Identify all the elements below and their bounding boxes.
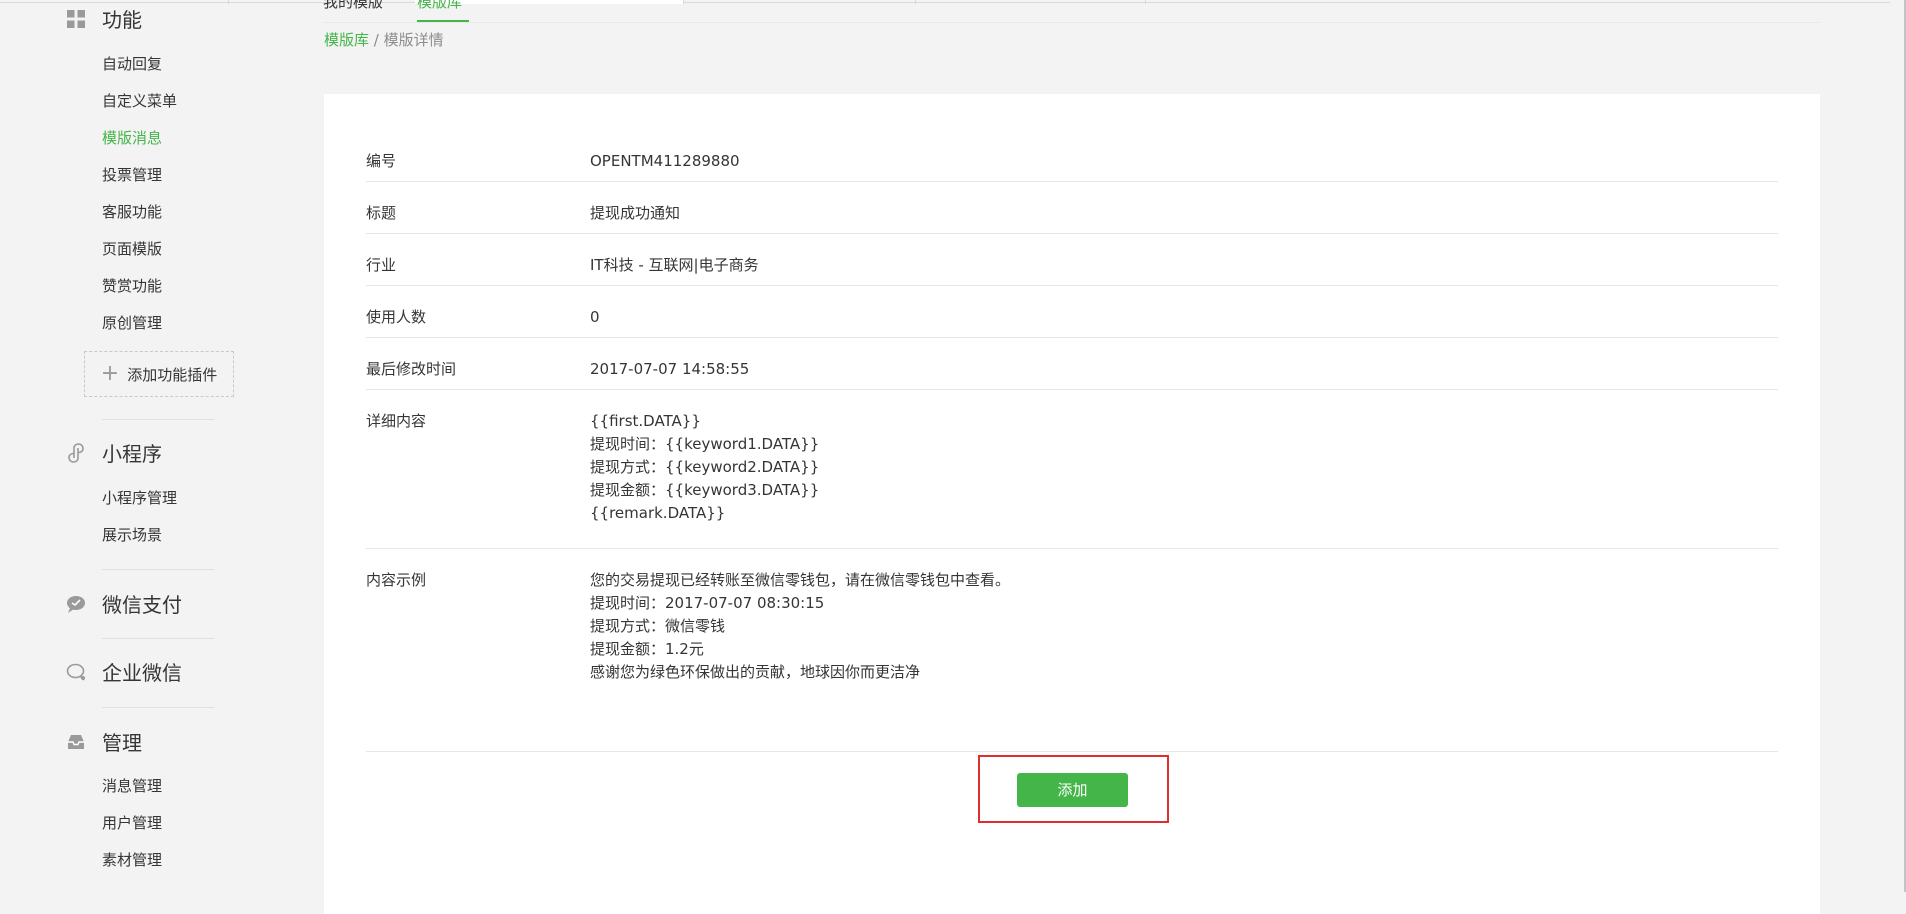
- sidebar-item-original-management[interactable]: 原创管理: [102, 313, 162, 333]
- template-tabs: 我的模版 模版库: [323, 0, 1819, 23]
- breadcrumb-current: 模版详情: [383, 31, 444, 49]
- detail-value-line: 提现时间：2017-07-07 08:30:15: [590, 594, 825, 612]
- nav-section-wechat-pay[interactable]: 微信支付: [102, 593, 182, 617]
- sidebar-item-auto-reply[interactable]: 自动回复: [102, 54, 162, 74]
- sidebar-item-material-management[interactable]: 素材管理: [102, 850, 162, 870]
- template-detail-table: 编号 OPENTM411289880 标题 提现成功通知 行业 IT科技 - 互…: [366, 130, 1778, 724]
- nav-divider: [102, 419, 214, 420]
- detail-value: {{first.DATA}} 提现时间：{{keyword1.DATA}} 提现…: [590, 410, 819, 525]
- chat-bubble-icon: [65, 593, 87, 615]
- detail-value: 0: [590, 306, 600, 329]
- sidebar-item-reward[interactable]: 赞赏功能: [102, 276, 162, 296]
- sidebar-item-vote-management[interactable]: 投票管理: [102, 165, 162, 185]
- detail-row-last-modified: 最后修改时间 2017-07-07 14:58:55: [366, 338, 1778, 390]
- nav-section-features: 功能: [102, 8, 142, 32]
- detail-row-user-count: 使用人数 0: [366, 286, 1778, 338]
- detail-value-line: 提现时间：{{keyword1.DATA}}: [590, 435, 820, 453]
- detail-row-content: 详细内容 {{first.DATA}} 提现时间：{{keyword1.DATA…: [366, 390, 1778, 549]
- plus-icon: +: [100, 361, 120, 386]
- detail-value-line: {{first.DATA}}: [590, 412, 701, 430]
- detail-value-line: IT科技 - 互联网|电子商务: [590, 256, 759, 274]
- sidebar-item-custom-menu[interactable]: 自定义菜单: [102, 91, 177, 111]
- detail-value-line: 提现金额：{{keyword3.DATA}}: [590, 481, 820, 499]
- nav-divider: [102, 707, 214, 708]
- detail-label: 使用人数: [366, 308, 427, 326]
- breadcrumb-separator: /: [373, 31, 379, 49]
- detail-label: 最后修改时间: [366, 360, 457, 378]
- sidebar-item-mini-program-management[interactable]: 小程序管理: [102, 488, 177, 508]
- detail-label: 详细内容: [366, 412, 427, 430]
- sidebar-item-user-management[interactable]: 用户管理: [102, 813, 162, 833]
- detail-value: IT科技 - 互联网|电子商务: [590, 254, 759, 277]
- detail-label: 编号: [366, 152, 397, 170]
- detail-value: 您的交易提现已经转账至微信零钱包，请在微信零钱包中查看。 提现时间：2017-0…: [590, 569, 1010, 684]
- nav-section-management: 管理: [102, 731, 142, 755]
- sidebar-item-template-message[interactable]: 模版消息: [102, 128, 162, 148]
- detail-value-line: 2017-07-07 14:58:55: [590, 360, 750, 378]
- detail-row-id: 编号 OPENTM411289880: [366, 130, 1778, 182]
- breadcrumb-template-library[interactable]: 模版库: [324, 31, 369, 49]
- detail-value-line: {{remark.DATA}}: [590, 504, 726, 522]
- inbox-icon: [65, 731, 87, 753]
- tab-active-indicator: [417, 20, 469, 22]
- detail-row-example: 内容示例 您的交易提现已经转账至微信零钱包，请在微信零钱包中查看。 提现时间：2…: [366, 549, 1778, 724]
- chat-outline-icon: [65, 661, 87, 683]
- add-template-button[interactable]: 添加: [1017, 773, 1128, 807]
- grid-icon: [65, 8, 87, 30]
- nav-section-work-wechat[interactable]: 企业微信: [102, 661, 182, 685]
- detail-row-title: 标题 提现成功通知: [366, 182, 1778, 234]
- detail-value-line: 感谢您为绿色环保做出的贡献，地球因你而更洁净: [590, 663, 921, 681]
- detail-label: 行业: [366, 256, 397, 274]
- add-plugin-label: 添加功能插件: [127, 365, 218, 384]
- detail-value: OPENTM411289880: [590, 150, 740, 173]
- detail-value-line: 提现金额：1.2元: [590, 640, 704, 658]
- detail-value-line: 提现成功通知: [590, 204, 681, 222]
- nav-divider: [102, 569, 214, 570]
- detail-value-line: OPENTM411289880: [590, 152, 740, 170]
- detail-row-industry: 行业 IT科技 - 互联网|电子商务: [366, 234, 1778, 286]
- sidebar: 功能 自动回复 自定义菜单 模版消息 投票管理 客服功能 页面模版 赞赏功能 原…: [0, 0, 300, 892]
- breadcrumb: 模版库 / 模版详情: [324, 30, 444, 50]
- detail-value-line: 您的交易提现已经转账至微信零钱包，请在微信零钱包中查看。: [590, 571, 1011, 589]
- detail-value-line: 提现方式：微信零钱: [590, 617, 726, 635]
- link-icon: [65, 442, 87, 464]
- sidebar-item-message-management[interactable]: 消息管理: [102, 776, 162, 796]
- detail-value: 2017-07-07 14:58:55: [590, 358, 749, 381]
- detail-value-line: 提现方式：{{keyword2.DATA}}: [590, 458, 820, 476]
- sidebar-item-display-scenes[interactable]: 展示场景: [102, 525, 162, 545]
- detail-label: 标题: [366, 204, 397, 222]
- detail-value: 提现成功通知: [590, 202, 680, 225]
- detail-label: 内容示例: [366, 571, 427, 589]
- sidebar-item-page-template[interactable]: 页面模版: [102, 239, 162, 259]
- add-plugin-button[interactable]: + 添加功能插件: [84, 351, 234, 397]
- tab-template-library[interactable]: 模版库: [417, 0, 462, 12]
- actions-divider: [366, 751, 1778, 752]
- nav-divider: [102, 638, 214, 639]
- detail-value-line: 0: [590, 308, 600, 326]
- tab-my-templates[interactable]: 我的模版: [323, 0, 383, 12]
- sidebar-item-customer-service[interactable]: 客服功能: [102, 202, 162, 222]
- nav-section-mini-program: 小程序: [102, 442, 162, 466]
